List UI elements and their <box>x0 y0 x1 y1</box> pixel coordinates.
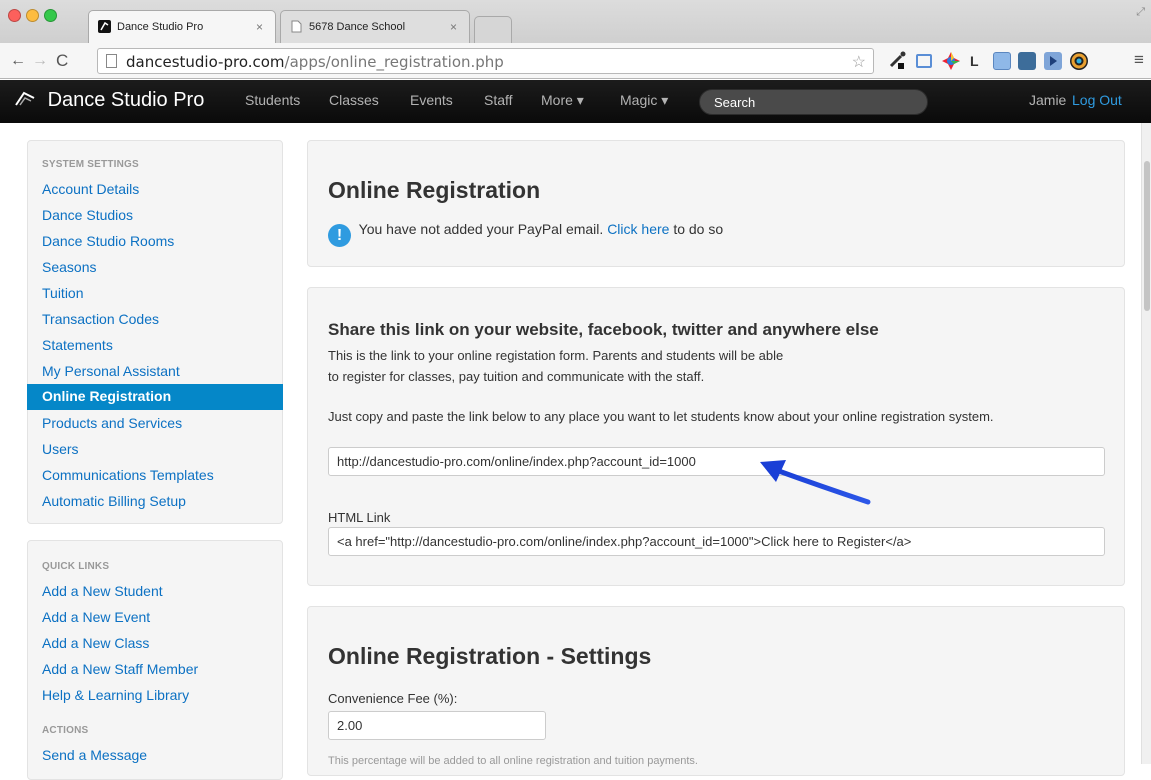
paypal-alert: ! You have not added your PayPal email. … <box>328 221 723 247</box>
sidebar-item-online-registration[interactable]: Online Registration <box>27 384 283 410</box>
convenience-fee-input[interactable]: 2.00 <box>328 711 546 740</box>
color-wheel-extension-icon[interactable] <box>942 52 960 70</box>
page-scrollbar[interactable] <box>1141 123 1151 764</box>
menu-hamburger-icon[interactable]: ≡ <box>1134 50 1144 70</box>
convenience-fee-label: Convenience Fee (%): <box>328 691 458 706</box>
browser-tab-dance-studio-pro[interactable]: Dance Studio Pro × <box>88 10 276 43</box>
play-extension-icon[interactable] <box>1044 52 1062 70</box>
sidebar-item-dance-studio-rooms[interactable]: Dance Studio Rooms <box>42 233 174 249</box>
alert-text: You have not added your PayPal email. <box>358 221 604 237</box>
window-extension-icon[interactable] <box>993 52 1011 70</box>
brand[interactable]: Dance Studio Pro <box>14 89 204 112</box>
nav-classes[interactable]: Classes <box>329 92 379 108</box>
sidebar-item-products-and-services[interactable]: Products and Services <box>42 415 182 431</box>
image-extension-icon[interactable] <box>1018 52 1036 70</box>
sidebar-item-statements[interactable]: Statements <box>42 337 113 353</box>
convenience-fee-help: This percentage will be added to all onl… <box>328 755 698 767</box>
address-bar-url: dancestudio-pro.com/apps/online_registra… <box>126 53 504 71</box>
dance-studio-favicon-icon <box>98 20 111 33</box>
fullscreen-icon[interactable]: ⤢ <box>1136 6 1145 19</box>
search-input[interactable]: Search <box>699 89 928 115</box>
quick-link-add-staff-member[interactable]: Add a New Staff Member <box>42 661 198 677</box>
app-navbar: Dance Studio Pro Students Classes Events… <box>0 80 1151 123</box>
browser-tab-strip: Dance Studio Pro × 5678 Dance School × ⤢ <box>0 0 1151 43</box>
html-link-field[interactable]: <a href="http://dancestudio-pro.com/onli… <box>328 527 1105 556</box>
window-zoom-button[interactable] <box>44 9 57 22</box>
share-link-panel: Share this link on your website, faceboo… <box>307 287 1125 586</box>
address-bar[interactable]: dancestudio-pro.com/apps/online_registra… <box>97 48 874 74</box>
eyedropper-extension-icon[interactable] <box>888 50 906 69</box>
quick-link-help-library[interactable]: Help & Learning Library <box>42 687 189 703</box>
online-registration-panel: Online Registration ! You have not added… <box>307 140 1125 267</box>
sidebar-item-automatic-billing-setup[interactable]: Automatic Billing Setup <box>42 493 186 509</box>
action-send-message[interactable]: Send a Message <box>42 747 147 763</box>
sidebar-item-seasons[interactable]: Seasons <box>42 259 96 275</box>
quick-link-add-event[interactable]: Add a New Event <box>42 609 150 625</box>
sidebar-item-dance-studios[interactable]: Dance Studios <box>42 207 133 223</box>
quick-link-add-class[interactable]: Add a New Class <box>42 635 149 651</box>
sidebar-header-actions: ACTIONS <box>42 725 89 736</box>
sidebar-item-my-personal-assistant[interactable]: My Personal Assistant <box>42 363 180 379</box>
reload-icon[interactable]: C <box>56 51 68 71</box>
sidebar-header-quick-links: QUICK LINKS <box>42 561 110 572</box>
sidebar-item-transaction-codes[interactable]: Transaction Codes <box>42 311 159 327</box>
back-arrow-icon[interactable]: ← <box>10 52 26 70</box>
nav-magic-dropdown[interactable]: Magic ▾ <box>620 92 668 109</box>
sidebar-item-tuition[interactable]: Tuition <box>42 285 84 301</box>
share-heading: Share this link on your website, faceboo… <box>328 320 879 339</box>
l-extension-icon[interactable]: L <box>970 53 988 71</box>
sidebar-header-system-settings: SYSTEM SETTINGS <box>42 159 139 170</box>
window-minimize-button[interactable] <box>26 9 39 22</box>
registration-link-field[interactable]: http://dancestudio-pro.com/online/index.… <box>328 447 1105 476</box>
tab-title: Dance Studio Pro <box>117 21 204 33</box>
brand-name: Dance Studio Pro <box>47 89 205 111</box>
window-close-button[interactable] <box>8 9 21 22</box>
settings-title: Online Registration - Settings <box>328 643 652 669</box>
browser-tab-5678-dance-school[interactable]: 5678 Dance School × <box>280 10 470 43</box>
page-favicon-icon <box>291 20 302 33</box>
new-tab-button[interactable] <box>474 16 512 43</box>
tab-close-icon[interactable]: × <box>450 20 457 34</box>
tab-title: 5678 Dance School <box>309 21 406 33</box>
share-description-line1: This is the link to your online registat… <box>328 348 784 363</box>
annotation-arrow-icon <box>760 460 871 505</box>
sidebar-item-label: Online Registration <box>42 388 172 404</box>
dance-studio-logo-icon <box>15 91 35 106</box>
exclamation-icon: ! <box>328 224 351 247</box>
sidebar-quick-links: QUICK LINKS Add a New Student Add a New … <box>27 540 283 780</box>
nav-more-dropdown[interactable]: More ▾ <box>541 92 584 109</box>
nav-students[interactable]: Students <box>245 92 300 108</box>
nav-staff[interactable]: Staff <box>484 92 513 108</box>
quick-link-add-student[interactable]: Add a New Student <box>42 583 163 599</box>
alert-suffix: to do so <box>673 221 724 237</box>
sidebar-system-settings: SYSTEM SETTINGS Account Details Dance St… <box>27 140 283 524</box>
sidebar-item-communications-templates[interactable]: Communications Templates <box>42 467 214 483</box>
scrollbar-thumb[interactable] <box>1144 161 1150 311</box>
copy-instructions: Just copy and paste the link below to an… <box>328 409 994 424</box>
user-name: Jamie <box>1029 92 1067 108</box>
settings-panel: Online Registration - Settings Convenien… <box>307 606 1125 776</box>
alert-click-here-link[interactable]: Click here <box>607 221 669 237</box>
share-description-line2: to register for classes, pay tuition and… <box>328 369 705 384</box>
forward-arrow-icon[interactable]: → <box>32 52 48 70</box>
sidebar-item-users[interactable]: Users <box>42 441 79 457</box>
logout-link[interactable]: Log Out <box>1072 92 1122 108</box>
screenshot-extension-icon[interactable] <box>916 54 932 68</box>
page-title: Online Registration <box>328 177 541 203</box>
page-icon <box>106 54 117 68</box>
html-link-label: HTML Link <box>328 510 391 525</box>
nav-events[interactable]: Events <box>410 92 453 108</box>
sidebar-item-account-details[interactable]: Account Details <box>42 181 139 197</box>
browser-toolbar: ← → C dancestudio-pro.com/apps/online_re… <box>0 43 1151 79</box>
bookmark-star-icon[interactable]: ☆ <box>852 52 866 72</box>
colorful-circle-extension-icon[interactable] <box>1070 52 1088 70</box>
tab-close-icon[interactable]: × <box>256 20 263 34</box>
